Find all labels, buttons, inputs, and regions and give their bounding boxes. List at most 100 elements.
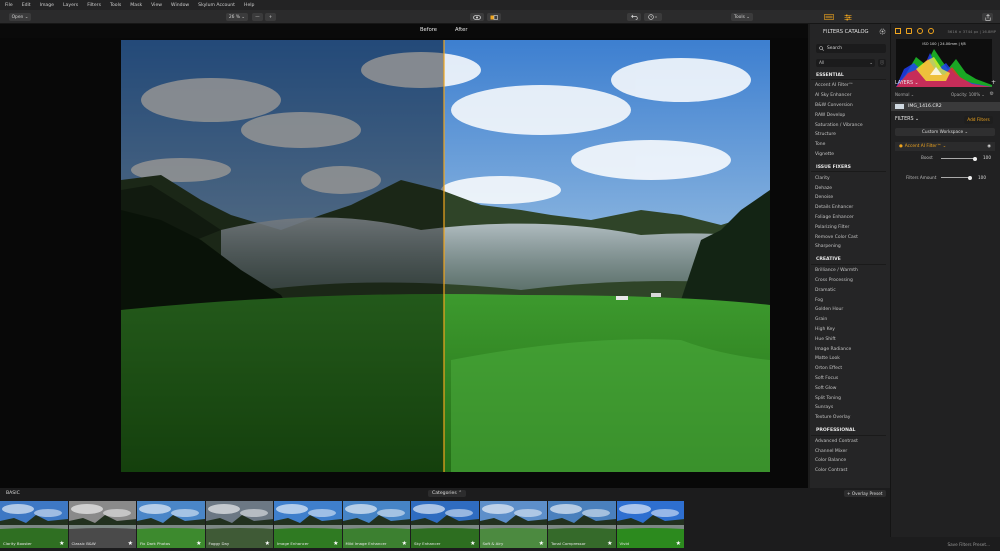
catalog-filter-item[interactable]: Structure xyxy=(810,130,890,140)
catalog-filter-item[interactable]: Dramatic xyxy=(810,285,890,295)
catalog-group-title[interactable]: CREATIVE xyxy=(811,256,886,265)
catalog-filter-item[interactable]: Color Balance xyxy=(810,456,890,466)
star-icon[interactable]: ★ xyxy=(128,540,133,547)
open-button[interactable]: Open ⌄ xyxy=(9,13,31,21)
preset-thumbnail[interactable]: Classic B&W ★ xyxy=(68,501,136,548)
filter-header[interactable]: ● Accent AI Filter™ ⌄ ◉ xyxy=(895,142,995,151)
compare-toggle[interactable] xyxy=(487,13,501,21)
catalog-filter-item[interactable]: Dehaze xyxy=(810,183,890,193)
preset-thumbnail[interactable]: Mild Image Enhancer ★ xyxy=(342,501,410,548)
histogram-tab-icon[interactable] xyxy=(895,28,901,34)
catalog-info-button[interactable]: ⓘ xyxy=(878,59,886,67)
preset-thumbnail[interactable]: Clarity Booster ★ xyxy=(0,501,68,548)
catalog-filter-item[interactable]: Color Contrast xyxy=(810,466,890,476)
preset-thumbnail[interactable]: Foggy Day ★ xyxy=(205,501,273,548)
opacity-select[interactable]: Opacity: 100% ⌄ xyxy=(951,92,985,97)
catalog-filter-item[interactable]: Accent AI Filter™ xyxy=(810,81,890,91)
menu-edit[interactable]: Edit xyxy=(22,3,31,8)
info-tab-icon[interactable] xyxy=(928,28,934,34)
catalog-filter-item[interactable]: Brilliance / Warmth xyxy=(810,266,890,276)
add-layer-icon[interactable]: + xyxy=(991,79,996,86)
catalog-filter-item[interactable]: Texture Overlay xyxy=(810,413,890,423)
catalog-filter-item[interactable]: Sunrays xyxy=(810,403,890,413)
menu-image[interactable]: Image xyxy=(40,3,54,8)
catalog-filter-item[interactable]: Fog xyxy=(810,295,890,305)
catalog-filter-item[interactable]: Clarity xyxy=(810,173,890,183)
catalog-filter-item[interactable]: Channel Mixer xyxy=(810,446,890,456)
catalog-search-input[interactable]: Search xyxy=(816,44,886,53)
filters-title[interactable]: FILTERS ⌄ xyxy=(895,117,919,122)
add-filters-button[interactable]: Add Filters xyxy=(964,116,993,124)
star-icon[interactable]: ★ xyxy=(196,540,201,547)
star-icon[interactable]: ★ xyxy=(676,540,681,547)
star-icon[interactable]: ★ xyxy=(333,540,338,547)
zoom-select[interactable]: 26 % ⌄ xyxy=(226,13,248,21)
catalog-filter-item[interactable]: Sharpening xyxy=(810,242,890,252)
catalog-group-title[interactable]: PROFESSIONAL xyxy=(811,427,886,436)
catalog-filter-item[interactable]: Grain xyxy=(810,315,890,325)
categories-button[interactable]: Categories ⌃ xyxy=(428,490,467,497)
layer-row[interactable]: IMG_1416.CR2 xyxy=(891,102,1000,111)
visibility-eye-icon[interactable]: ◉ xyxy=(987,144,991,149)
layer-settings-icon[interactable]: ⚙ xyxy=(990,91,994,97)
menu-window[interactable]: Window xyxy=(171,3,189,8)
menu-help[interactable]: Help xyxy=(244,3,254,8)
catalog-filter-item[interactable]: Details Enhancer xyxy=(810,203,890,213)
adjust-toggle[interactable] xyxy=(840,13,856,21)
catalog-filter-item[interactable]: Image Radiance xyxy=(810,344,890,354)
overlay-preset-button[interactable]: + Overlay Preset xyxy=(844,490,886,497)
gear-icon[interactable] xyxy=(879,28,886,35)
menu-file[interactable]: File xyxy=(5,3,13,8)
zoom-out-button[interactable]: — xyxy=(252,13,263,21)
workspace-select[interactable]: Custom Workspace ⌄ xyxy=(895,128,995,136)
layers-tab-icon[interactable] xyxy=(906,28,912,34)
catalog-filter-item[interactable]: Foliage Enhancer xyxy=(810,213,890,223)
preset-thumbnail[interactable]: Vivid ★ xyxy=(616,501,684,548)
boost-slider-thumb[interactable] xyxy=(973,156,977,161)
history-tab-icon[interactable] xyxy=(917,28,923,34)
catalog-filter-item[interactable]: Advanced Contrast xyxy=(810,437,890,447)
catalog-filter-item[interactable]: High Key xyxy=(810,325,890,335)
star-icon[interactable]: ★ xyxy=(265,540,270,547)
menu-view[interactable]: View xyxy=(151,3,162,8)
catalog-filter-item[interactable]: B&W Conversion xyxy=(810,101,890,111)
catalog-filter-item[interactable]: Polarizing Filter xyxy=(810,222,890,232)
catalog-filter-item[interactable]: Vignette xyxy=(810,150,890,160)
menu-filters[interactable]: Filters xyxy=(87,3,101,8)
catalog-filter-item[interactable]: Soft Focus xyxy=(810,374,890,384)
layers-title[interactable]: LAYERS ⌄ xyxy=(895,81,919,86)
star-icon[interactable]: ★ xyxy=(607,540,612,547)
filters-amount-slider[interactable] xyxy=(941,175,972,180)
star-icon[interactable]: ★ xyxy=(539,540,544,547)
preset-thumbnail[interactable]: Sky Enhancer ★ xyxy=(411,501,479,548)
preset-thumbnail[interactable]: Fix Dark Photos ★ xyxy=(137,501,205,548)
filters-amount-slider-thumb[interactable] xyxy=(968,175,972,180)
image-viewer[interactable] xyxy=(0,38,810,488)
catalog-filter-item[interactable]: RAW Develop xyxy=(810,110,890,120)
star-icon[interactable]: ★ xyxy=(470,540,475,547)
catalog-filter-item[interactable]: Tone xyxy=(810,140,890,150)
photo-canvas[interactable] xyxy=(121,40,770,472)
catalog-filter-item[interactable]: AI Sky Enhancer xyxy=(810,91,890,101)
catalog-group-title[interactable]: ISSUE FIXERS xyxy=(811,163,886,173)
preview-toggle[interactable] xyxy=(470,13,484,21)
catalog-filter-item[interactable]: Remove Color Cast xyxy=(810,232,890,242)
menu-mask[interactable]: Mask xyxy=(130,3,142,8)
catalog-filter-item[interactable]: Split Toning xyxy=(810,393,890,403)
preset-thumbnail[interactable]: Soft & Airy ★ xyxy=(479,501,547,548)
menu-tools[interactable]: Tools xyxy=(110,3,121,8)
tools-dropdown[interactable]: Tools ⌄ xyxy=(731,13,753,21)
menu-account[interactable]: Skylum Account xyxy=(198,3,235,8)
blend-mode-select[interactable]: Normal ⌄ xyxy=(895,92,914,97)
catalog-filter-item[interactable]: Denoise xyxy=(810,193,890,203)
undo-button[interactable] xyxy=(627,13,641,21)
catalog-filter-item[interactable]: Cross Processing xyxy=(810,276,890,286)
layout-toggle[interactable] xyxy=(820,13,838,21)
catalog-filter-item[interactable]: Hue Shift xyxy=(810,334,890,344)
menu-layers[interactable]: Layers xyxy=(63,3,78,8)
zoom-in-button[interactable]: + xyxy=(265,13,276,21)
save-filters-preset-button[interactable]: Save Filters Preset... xyxy=(947,542,990,547)
preset-thumbnail[interactable]: Image Enhancer ★ xyxy=(274,501,342,548)
catalog-filter-item[interactable]: Golden Hour xyxy=(810,305,890,315)
catalog-scope-select[interactable]: All ⌄ xyxy=(816,59,875,67)
